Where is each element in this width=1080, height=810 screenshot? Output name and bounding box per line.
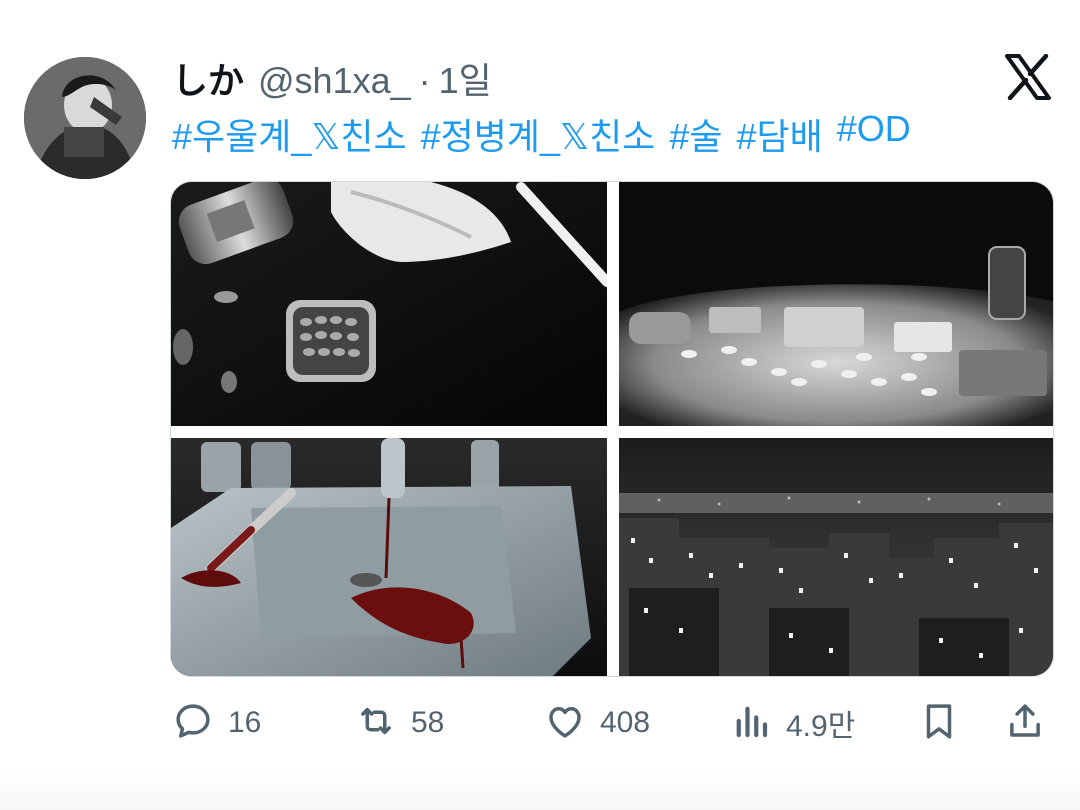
tweet-header: しか @sh1xa_ · 1일 xyxy=(172,52,492,104)
bottom-divider xyxy=(0,770,1080,810)
reply-icon xyxy=(172,700,214,747)
timestamp[interactable]: 1일 xyxy=(439,52,492,104)
share-icon xyxy=(1004,700,1046,747)
retweet-count: 58 xyxy=(411,706,445,739)
hashtag-link[interactable]: #정병계_𝕏친소 xyxy=(421,108,656,160)
bloody-sink-image[interactable] xyxy=(171,438,607,676)
pills-cigarette-image[interactable] xyxy=(171,182,607,426)
tweet: しか @sh1xa_ · 1일 #우울계_𝕏친소 #정병계_𝕏친소 #술 #담배… xyxy=(0,0,1080,810)
display-name[interactable]: しか xyxy=(172,52,244,104)
hashtag-link[interactable]: #OD xyxy=(837,108,911,160)
night-city-image[interactable] xyxy=(619,438,1053,676)
user-handle[interactable]: @sh1xa_ xyxy=(258,60,411,102)
media-grid xyxy=(170,181,1054,677)
reply-count: 16 xyxy=(228,706,262,739)
retweet-button[interactable]: 58 xyxy=(355,698,444,748)
views-count: 4.9만 xyxy=(786,710,856,743)
action-bar: 16 58 408 4.9만 xyxy=(170,698,1054,748)
hashtag-link[interactable]: #술 xyxy=(669,108,722,160)
views-icon xyxy=(730,700,772,747)
like-button[interactable]: 408 xyxy=(544,698,650,748)
hashtag-list: #우울계_𝕏친소 #정병계_𝕏친소 #술 #담배 #OD xyxy=(172,108,925,160)
separator-dot: · xyxy=(418,60,431,101)
like-icon xyxy=(544,700,586,747)
views-button[interactable]: 4.9만 xyxy=(730,698,855,748)
hashtag-link[interactable]: #우울계_𝕏친소 xyxy=(172,108,407,160)
x-logo-icon[interactable] xyxy=(1004,53,1052,101)
retweet-icon xyxy=(355,700,397,747)
share-button[interactable] xyxy=(1004,698,1046,748)
hashtag-link[interactable]: #담배 xyxy=(736,108,822,160)
pills-on-table-image[interactable] xyxy=(619,182,1053,426)
like-count: 408 xyxy=(600,706,651,739)
bookmark-icon xyxy=(918,700,960,747)
avatar[interactable] xyxy=(24,57,146,179)
bookmark-button[interactable] xyxy=(918,698,960,748)
reply-button[interactable]: 16 xyxy=(172,698,261,748)
